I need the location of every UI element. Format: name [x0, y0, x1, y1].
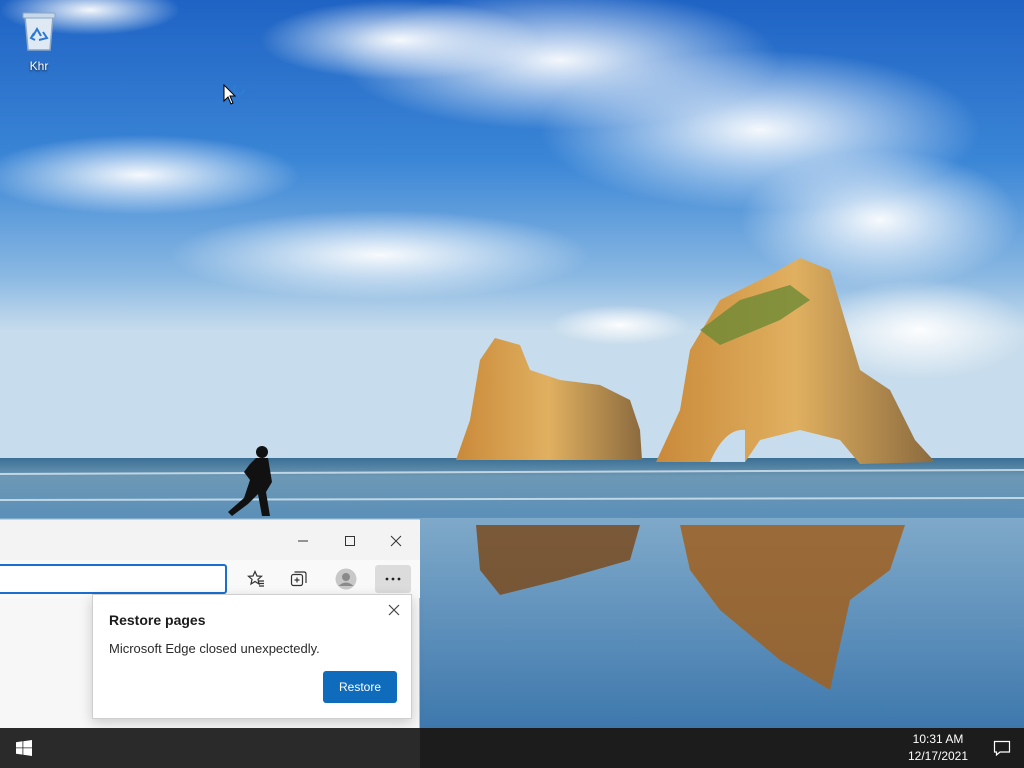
profile-icon: [335, 568, 357, 590]
restore-pages-popup: Restore pages Microsoft Edge closed unex…: [92, 594, 412, 719]
taskbar-app-region: [0, 728, 420, 768]
clock-time: 10:31 AM: [912, 732, 964, 746]
recycle-bin-icon: [10, 8, 68, 55]
taskbar: 10:31 AM 12/17/2021: [0, 728, 1024, 768]
system-clock[interactable]: 10:31 AM 12/17/2021: [895, 731, 981, 765]
browser-toolbar: [0, 560, 420, 598]
busy-spinner-icon: [233, 83, 245, 95]
popup-message: Microsoft Edge closed unexpectedly.: [109, 641, 320, 656]
restore-button[interactable]: Restore: [323, 671, 397, 703]
close-icon: [390, 535, 402, 547]
maximize-button[interactable]: [327, 526, 373, 556]
clock-date: 12/17/2021: [907, 749, 969, 763]
settings-more-button[interactable]: [375, 565, 411, 593]
desktop-icon-label: Khr: [29, 59, 49, 73]
close-icon: [388, 604, 400, 616]
desktop-icon-recycle-bin[interactable]: Khr: [10, 8, 68, 73]
more-icon: [385, 577, 401, 581]
address-bar[interactable]: [0, 564, 227, 594]
minimize-button[interactable]: [280, 526, 326, 556]
start-button[interactable]: [0, 728, 48, 768]
action-center-button[interactable]: [980, 728, 1024, 768]
minimize-icon: [298, 540, 308, 542]
windows-logo-icon: [16, 740, 32, 756]
popup-title: Restore pages: [109, 612, 206, 628]
favorites-icon: [247, 570, 264, 587]
action-center-icon: [993, 740, 1011, 757]
favorites-button[interactable]: [240, 565, 272, 593]
close-window-button[interactable]: [373, 526, 419, 556]
popup-close-button[interactable]: [385, 601, 403, 619]
maximize-icon: [345, 536, 355, 546]
profile-button[interactable]: [330, 565, 362, 593]
title-bar: [0, 520, 420, 560]
collections-icon: [290, 571, 307, 587]
collections-button[interactable]: [283, 565, 315, 593]
